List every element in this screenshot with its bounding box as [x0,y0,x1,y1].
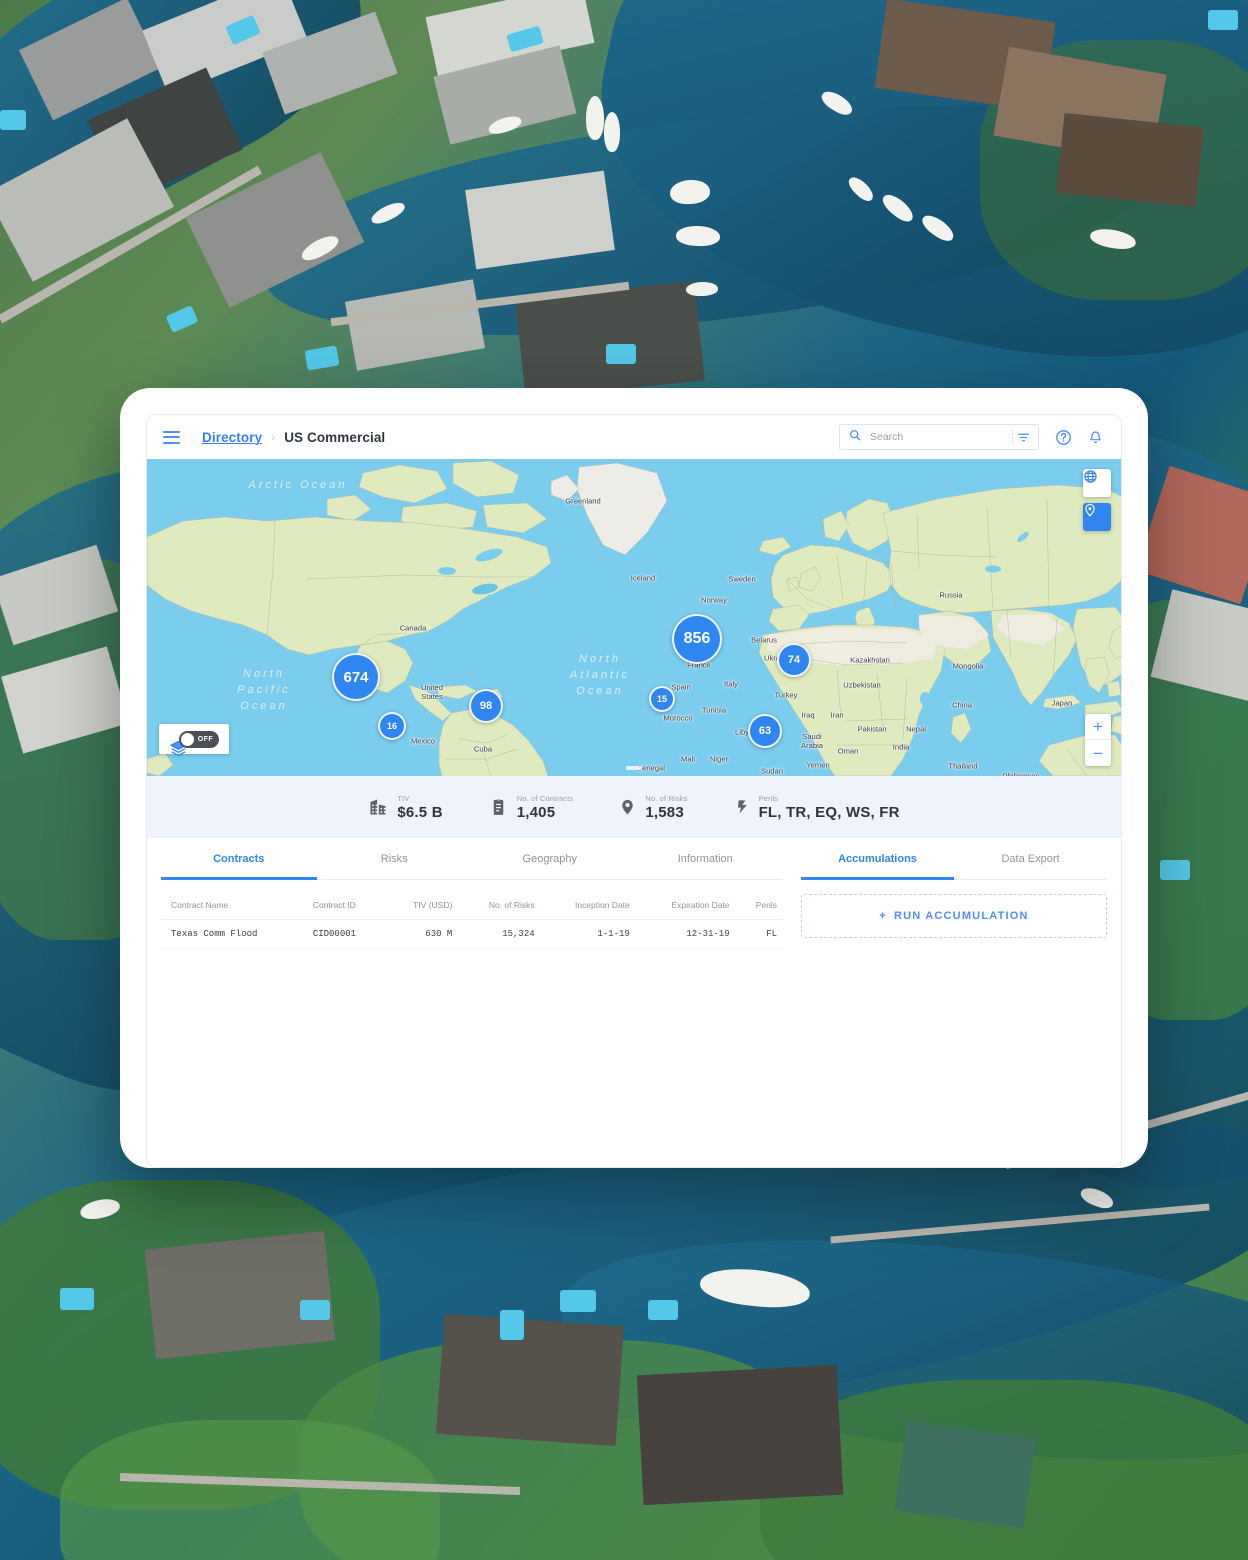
plus-icon: + [879,910,887,922]
map-geometry [147,459,1121,776]
cluster-marker[interactable]: 74 [777,643,811,677]
tab-information[interactable]: Information [627,838,784,880]
table-cell: FL [735,919,783,949]
topbar-actions [839,424,1103,450]
building-icon [368,797,388,817]
globe-icon-button[interactable] [1083,469,1111,497]
table-column-header[interactable]: Expiration Date [635,894,736,920]
tab-contracts[interactable]: Contracts [161,838,317,880]
top-bar: Directory › US Commercial [147,415,1121,459]
stat-label: Perils [758,793,779,803]
table-column-header[interactable]: Contract Name [161,894,307,920]
app-window: Directory › US Commercial Search Arctic … [120,388,1148,1168]
stat-tiv: TIV $6.5 B [368,793,443,822]
breadcrumb: Directory › US Commercial [202,430,385,445]
map-scale-bar [626,766,642,770]
table-cell: 15,324 [458,919,541,949]
left-tab-group: Contracts Risks Geography Information [161,838,783,880]
table-body: Texas Comm Flood CID00001 630 M 15,324 1-1-1… [161,919,783,949]
bottom-content: Contract Name Contract ID TIV (USD) No. of … [147,880,1121,1167]
tabs-row: Contracts Risks Geography Information Accum… [147,838,1121,880]
cluster-marker[interactable]: 63 [748,714,782,748]
breadcrumb-current: US Commercial [284,429,386,445]
filter-icon[interactable] [1013,431,1034,444]
stat-value: 1,405 [516,803,556,821]
map-pin-icon-button[interactable] [1083,503,1111,531]
table-column-header[interactable]: Contract ID [306,894,386,920]
table-column-header[interactable]: TIV (USD) [385,894,459,920]
help-circle-icon[interactable] [1055,429,1072,446]
search-box[interactable] [839,424,1039,450]
stat-risks: No. of Risks 1,583 [619,793,687,822]
cluster-marker[interactable]: 16 [378,712,406,740]
cluster-marker[interactable]: 674 [332,653,380,701]
zoom-in-button[interactable]: + [1085,714,1111,740]
app-card: Directory › US Commercial Search Arctic … [146,414,1122,1168]
tab-risks[interactable]: Risks [316,838,473,880]
stat-value: $6.5 B [397,803,443,821]
search-icon [849,428,861,446]
toggle-label: OFF [197,735,213,743]
table-cell: 630 M [385,919,459,949]
tab-geography[interactable]: Geography [472,838,628,880]
stat-value: FL, TR, EQ, WS, FR [758,803,900,821]
stats-bar: TIV $6.5 B No. of Contracts 1,405 No. of… [147,776,1121,838]
table-cell: 1-1-19 [540,919,636,949]
cluster-marker[interactable]: 856 [672,614,722,664]
right-tab-group: Accumulations Data Export [801,838,1107,880]
hamburger-menu-icon[interactable] [163,430,180,444]
table-cell: Texas Comm Flood [161,919,307,949]
map-pin-icon [619,797,636,817]
cluster-marker[interactable]: 98 [469,689,503,723]
table-column-header[interactable]: No. of Risks [458,894,541,920]
run-accumulation-button[interactable]: + RUN ACCUMULATION [801,894,1107,938]
stat-value: 1,583 [645,803,684,821]
layers-toggle[interactable]: OFF [179,730,219,748]
bell-icon[interactable] [1088,429,1103,446]
stat-label: TIV [397,793,410,803]
world-map[interactable]: Arctic Ocean North Pacific Ocean North Atla… [147,459,1121,776]
cluster-marker[interactable]: 15 [649,686,675,712]
run-accumulation-label: RUN ACCUMULATION [893,910,1029,922]
stat-contracts: No. of Contracts 1,405 [489,793,574,822]
stat-label: No. of Contracts [516,793,574,803]
contracts-table: Contract Name Contract ID TIV (USD) No. of … [161,894,783,949]
stat-label: No. of Risks [645,793,688,803]
tab-data-export[interactable]: Data Export [954,838,1107,880]
map-zoom-controls[interactable]: + − [1085,714,1111,766]
accumulations-panel: + RUN ACCUMULATION [801,894,1107,1167]
breadcrumb-directory-link[interactable]: Directory [202,430,262,445]
layers-widget[interactable]: 3 OFF [159,724,229,757]
table-cell: 12-31-19 [635,919,736,949]
toggle-knob [181,732,194,746]
breadcrumb-separator-icon: › [271,430,276,444]
clipboard-icon [489,797,508,817]
table-column-header[interactable]: Perils [735,894,783,920]
table-cell: CID00001 [306,919,386,949]
table-column-header[interactable]: Inception Date [540,894,636,920]
stat-perils: Perils FL, TR, EQ, WS, FR [734,793,900,822]
contracts-table-panel: Contract Name Contract ID TIV (USD) No. of … [161,894,783,1167]
zoom-out-button[interactable]: − [1085,740,1111,766]
table-header-row: Contract Name Contract ID TIV (USD) No. of … [161,894,783,920]
tab-accumulations[interactable]: Accumulations [801,838,954,880]
bolt-icon [734,797,750,817]
table-row[interactable]: Texas Comm Flood CID00001 630 M 15,324 1-1-1… [161,919,783,949]
search-input[interactable] [868,430,996,444]
